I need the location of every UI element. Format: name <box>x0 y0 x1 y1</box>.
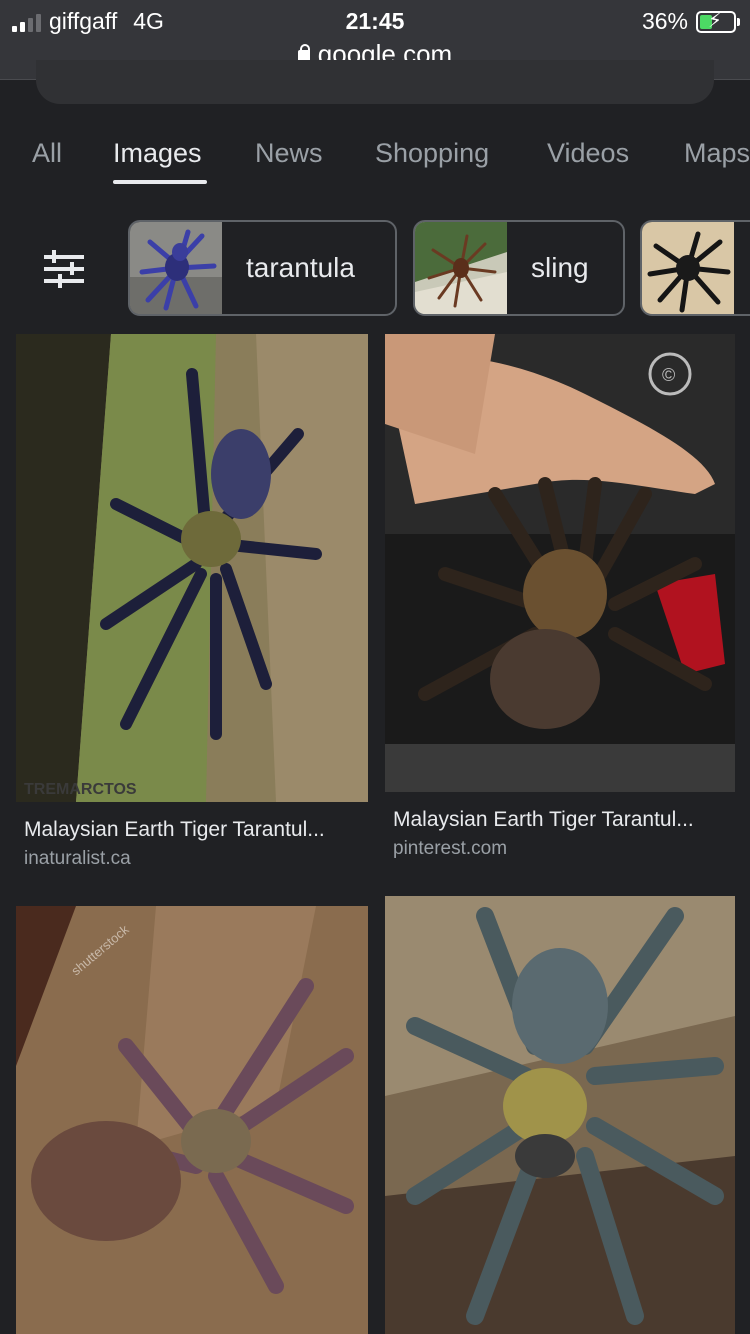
tab-maps[interactable]: Maps <box>684 138 750 169</box>
image-result[interactable] <box>385 896 735 1334</box>
chip-thumbnail <box>642 222 734 314</box>
tab-all[interactable]: All <box>32 138 62 169</box>
result-image[interactable]: © <box>385 334 735 792</box>
image-result[interactable]: shutterstock <box>16 906 368 1334</box>
result-title[interactable]: Malaysian Earth Tiger Tarantul... <box>24 818 325 842</box>
chip-thumbnail <box>415 222 507 314</box>
chip-more[interactable] <box>640 220 750 316</box>
chip-tarantula[interactable]: tarantula <box>128 220 397 316</box>
image-result[interactable]: © Malaysian Earth Tiger Tarantul... pint… <box>385 334 735 864</box>
chip-label: sling <box>531 252 589 283</box>
image-result[interactable]: TREMARCTOS Malaysian Earth Tiger Tarantu… <box>16 334 368 869</box>
result-source[interactable]: pinterest.com <box>393 838 507 860</box>
tab-videos[interactable]: Videos <box>547 138 629 169</box>
image-watermark: TREMARCTOS <box>24 781 137 798</box>
tab-news[interactable]: News <box>255 138 323 169</box>
chip-thumbnail <box>130 222 222 314</box>
battery-percent: 36% <box>641 8 688 34</box>
filter-sliders-icon[interactable] <box>44 250 84 288</box>
clock: 21:45 <box>345 8 405 34</box>
image-watermark: © <box>662 365 675 385</box>
result-image[interactable]: TREMARCTOS <box>16 334 368 802</box>
search-box[interactable] <box>36 60 714 104</box>
chip-label: tarantula <box>246 252 355 283</box>
result-source[interactable]: inaturalist.ca <box>24 848 131 870</box>
tab-shopping[interactable]: Shopping <box>375 138 489 169</box>
result-image[interactable]: shutterstock <box>16 906 368 1334</box>
tab-images[interactable]: Images <box>113 138 202 169</box>
battery-icon: ⚡ <box>696 10 740 33</box>
active-tab-indicator <box>113 180 207 184</box>
result-image[interactable] <box>385 896 735 1334</box>
chip-sling[interactable]: sling <box>413 220 625 316</box>
battery-info: 36% ⚡ <box>641 8 740 35</box>
result-title[interactable]: Malaysian Earth Tiger Tarantul... <box>393 808 694 832</box>
